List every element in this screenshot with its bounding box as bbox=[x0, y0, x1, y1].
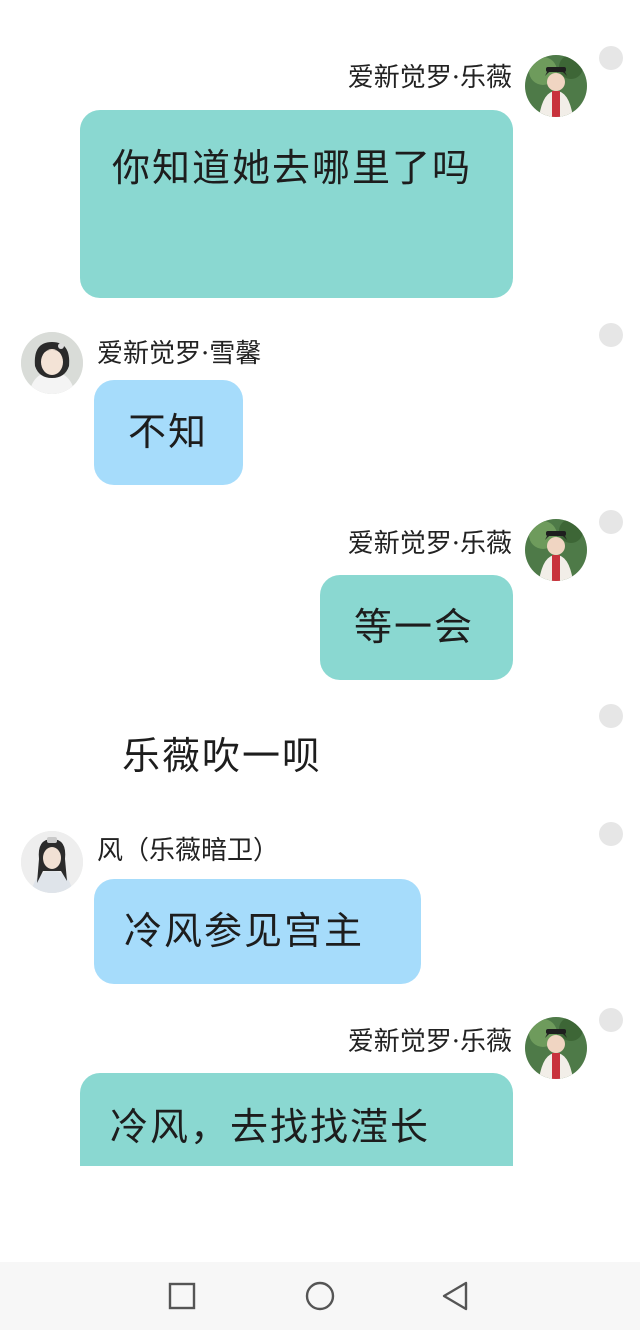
sender-name: 爱新觉罗·雪馨 bbox=[97, 339, 262, 369]
avatar-image bbox=[21, 332, 83, 394]
home-icon bbox=[305, 1281, 335, 1311]
recent-apps-button[interactable] bbox=[162, 1276, 202, 1316]
select-dot[interactable] bbox=[599, 46, 623, 70]
message-bubble[interactable]: 冷风，去找找滢长 bbox=[80, 1073, 513, 1166]
avatar-image bbox=[525, 519, 587, 581]
sender-name: 风（乐薇暗卫） bbox=[97, 836, 280, 866]
message-bubble[interactable]: 不知 bbox=[94, 380, 243, 485]
avatar-image bbox=[525, 55, 587, 117]
system-navigation-bar bbox=[0, 1262, 640, 1330]
avatar-lewei[interactable] bbox=[525, 519, 587, 581]
select-dot[interactable] bbox=[599, 510, 623, 534]
select-dot[interactable] bbox=[599, 822, 623, 846]
select-dot[interactable] bbox=[599, 704, 623, 728]
message-bubble[interactable]: 你知道她去哪里了吗 bbox=[80, 110, 513, 298]
message-bubble[interactable]: 等一会 bbox=[320, 575, 513, 680]
avatar-lewei[interactable] bbox=[525, 55, 587, 117]
recent-apps-icon bbox=[168, 1282, 196, 1310]
sender-name: 爱新觉罗·乐薇 bbox=[347, 1027, 512, 1057]
select-dot[interactable] bbox=[599, 1008, 623, 1032]
narration-text: 乐薇吹一呗 bbox=[122, 734, 323, 778]
avatar-feng[interactable] bbox=[21, 831, 83, 893]
chat-area: 爱新觉罗·乐薇 你知道她去哪里了吗 爱新觉罗·雪馨 不知 爱新觉罗·乐薇 等一会 bbox=[0, 0, 640, 1262]
avatar-lewei[interactable] bbox=[525, 1017, 587, 1079]
sender-name: 爱新觉罗·乐薇 bbox=[347, 63, 512, 93]
back-button[interactable] bbox=[436, 1276, 476, 1316]
avatar-xuexin[interactable] bbox=[21, 332, 83, 394]
home-button[interactable] bbox=[300, 1276, 340, 1316]
avatar-image bbox=[525, 1017, 587, 1079]
avatar-image bbox=[21, 831, 83, 893]
message-bubble[interactable]: 冷风参见宫主 bbox=[94, 879, 421, 984]
back-icon bbox=[442, 1281, 468, 1311]
sender-name: 爱新觉罗·乐薇 bbox=[347, 529, 512, 559]
select-dot[interactable] bbox=[599, 323, 623, 347]
